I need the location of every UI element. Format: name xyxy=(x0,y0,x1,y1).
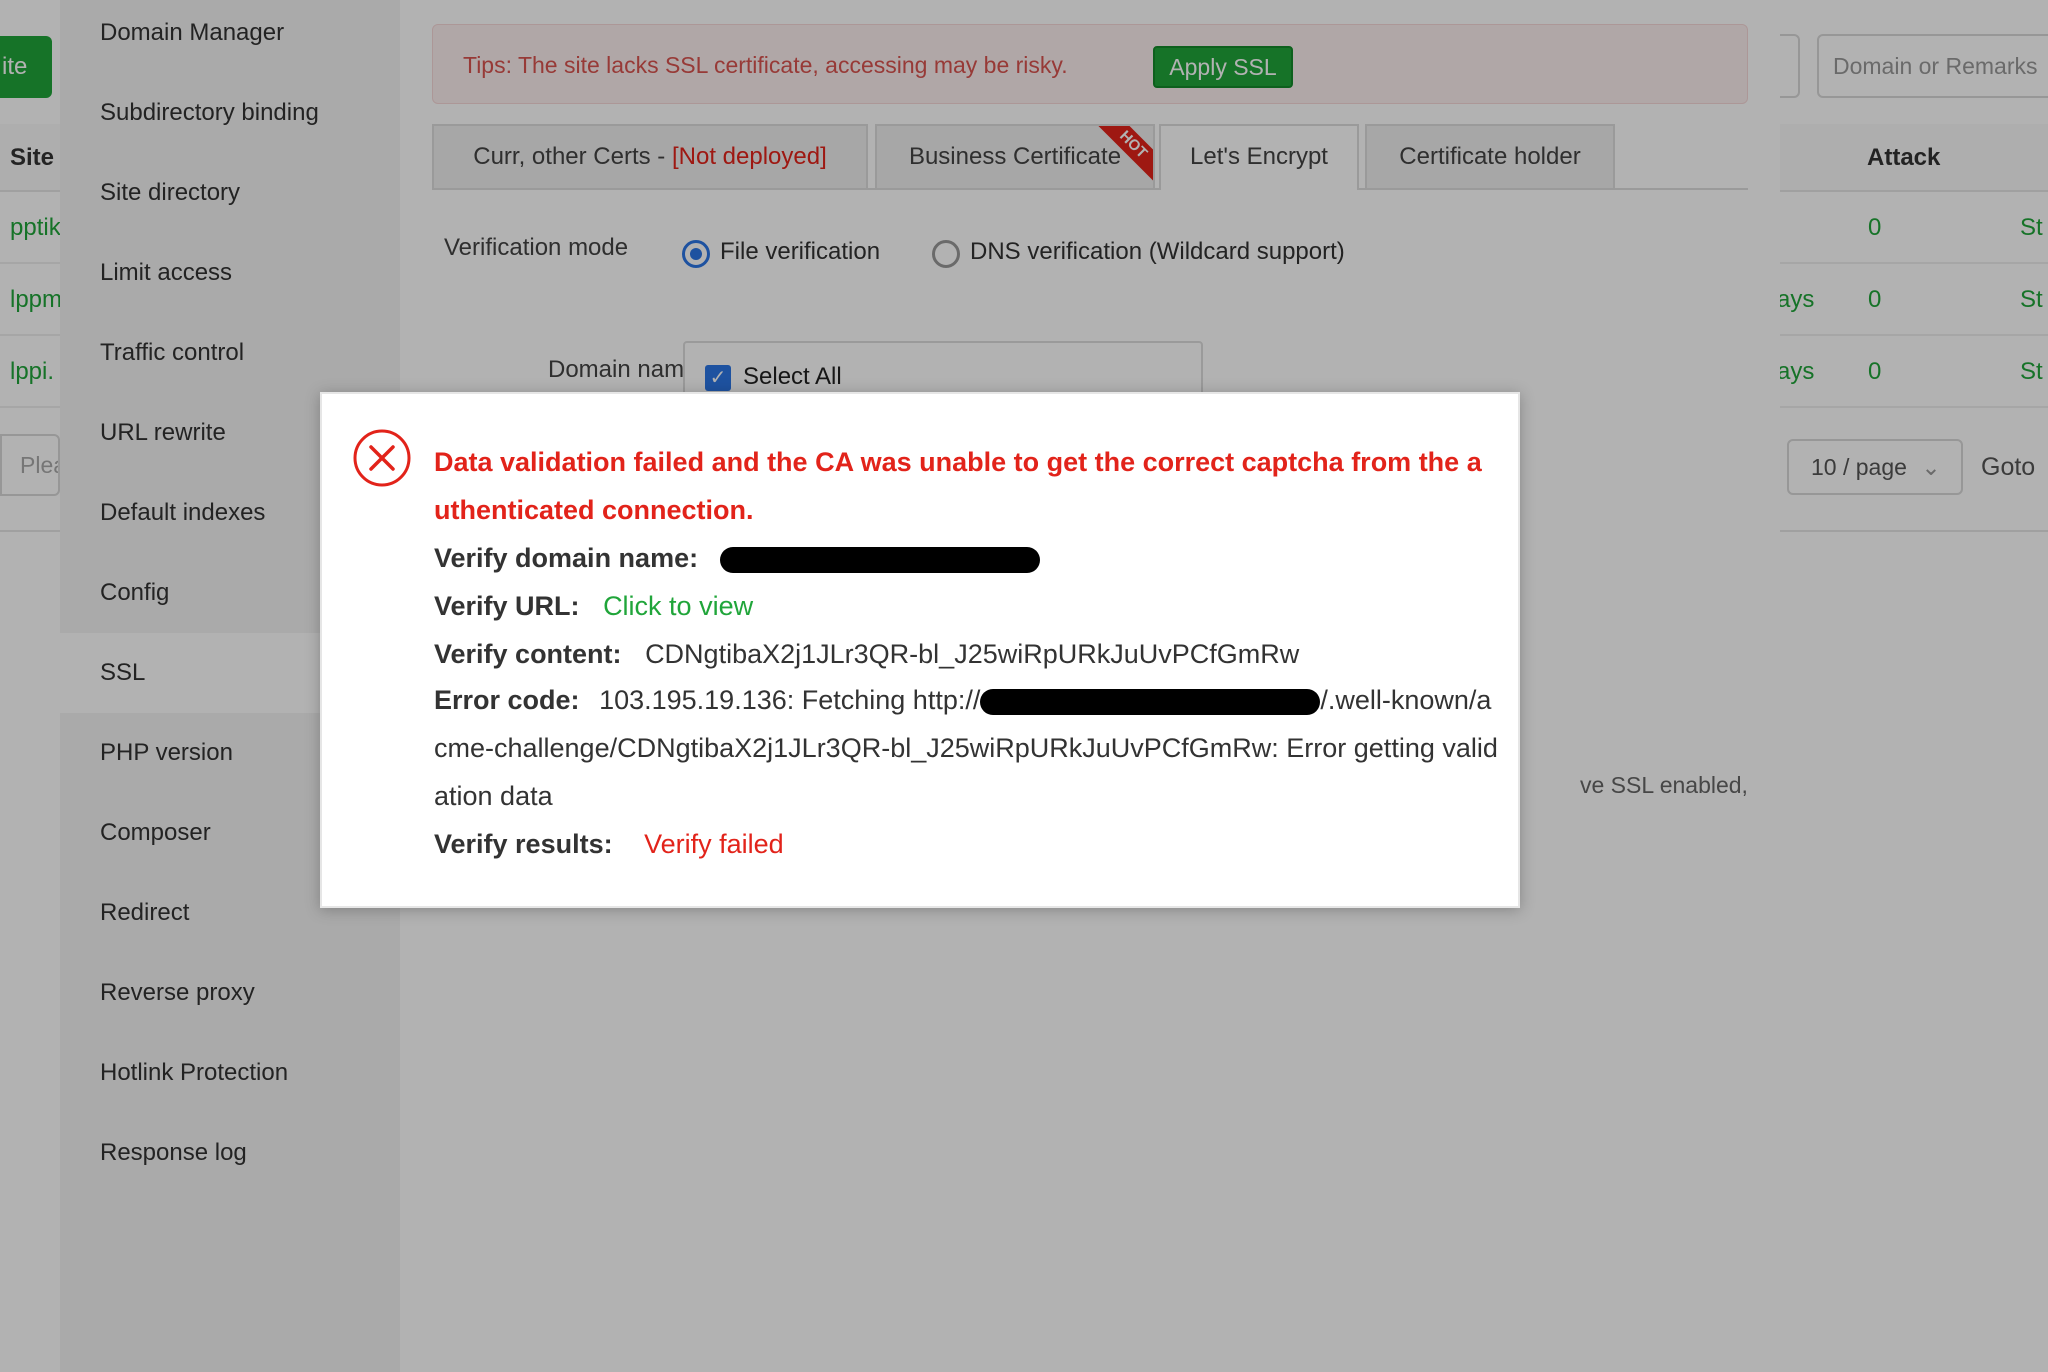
verify-domain-row: Verify domain name: xyxy=(434,534,1040,582)
error-code-label: Error code: xyxy=(434,685,580,715)
verify-content-row: Verify content: CDNgtibaX2j1JLr3QR-bl_J2… xyxy=(434,630,1299,678)
redacted-domain xyxy=(719,546,1040,573)
redacted-host xyxy=(980,688,1321,715)
validation-error-dialog: Data validation failed and the CA was un… xyxy=(320,392,1520,908)
verify-results-value: Verify failed xyxy=(644,829,784,859)
verify-content-label: Verify content: xyxy=(434,639,622,669)
error-title: Data validation failed and the CA was un… xyxy=(434,447,1482,525)
error-code-prefix: 103.195.19.136: Fetching http:// xyxy=(599,685,981,715)
verify-results-row: Verify results: Verify failed xyxy=(434,820,784,868)
verify-url-label: Verify URL: xyxy=(434,591,580,621)
verify-content-value: CDNgtibaX2j1JLr3QR-bl_J25wiRpURkJuUvPCfG… xyxy=(645,639,1300,669)
verify-domain-label: Verify domain name: xyxy=(434,543,699,573)
error-icon xyxy=(353,429,411,487)
verify-url-row: Verify URL: Click to view xyxy=(434,582,753,630)
verify-results-label: Verify results: xyxy=(434,829,613,859)
error-code-row: Error code: 103.195.19.136: Fetching htt… xyxy=(434,676,1500,820)
click-to-view-link[interactable]: Click to view xyxy=(603,591,753,621)
